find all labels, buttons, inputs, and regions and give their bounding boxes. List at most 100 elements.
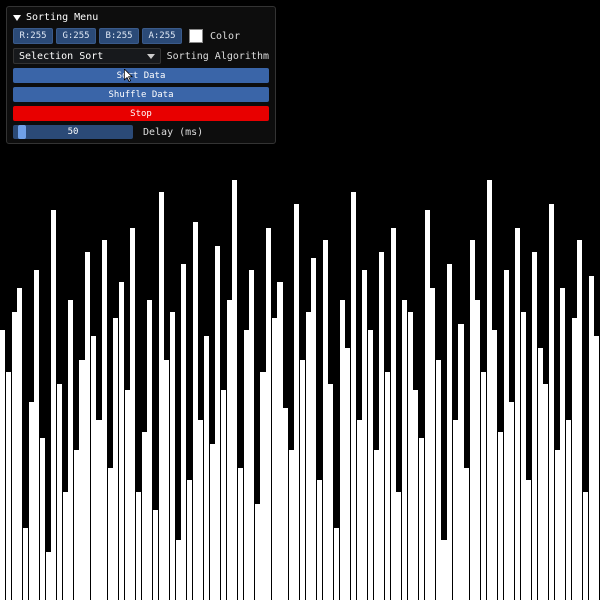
bar <box>453 420 458 600</box>
bar <box>391 228 396 600</box>
bar <box>475 300 480 600</box>
bar <box>40 438 45 600</box>
bar <box>108 468 113 600</box>
bar <box>125 390 130 600</box>
bar <box>12 312 17 600</box>
bar <box>515 228 520 600</box>
bar <box>51 210 56 600</box>
bar <box>328 384 333 600</box>
bar <box>509 402 514 600</box>
bar <box>521 312 526 600</box>
bar <box>23 528 28 600</box>
bar <box>532 252 537 600</box>
bar <box>249 270 254 600</box>
bar <box>136 492 141 600</box>
bar <box>379 252 384 600</box>
bar <box>340 300 345 600</box>
bar <box>436 360 441 600</box>
bar <box>244 330 249 600</box>
bar <box>447 264 452 600</box>
bar <box>549 204 554 600</box>
bar <box>464 468 469 600</box>
bar <box>441 540 446 600</box>
bar <box>487 180 492 600</box>
bar <box>215 246 220 600</box>
bar <box>204 336 209 600</box>
bar <box>351 192 356 600</box>
bar <box>589 276 594 600</box>
bar <box>266 228 271 600</box>
bar <box>74 450 79 600</box>
bar <box>29 402 34 600</box>
bar <box>402 300 407 600</box>
bar <box>57 384 62 600</box>
bar <box>153 510 158 600</box>
bar <box>594 336 599 600</box>
bar <box>425 210 430 600</box>
bar <box>294 204 299 600</box>
bar <box>481 372 486 600</box>
bar <box>368 330 373 600</box>
bar <box>238 468 243 600</box>
bar <box>419 438 424 600</box>
bar <box>560 288 565 600</box>
bar <box>311 258 316 600</box>
bar <box>119 282 124 600</box>
bar <box>96 420 101 600</box>
bar <box>362 270 367 600</box>
bar <box>255 504 260 600</box>
bar <box>566 420 571 600</box>
bar <box>210 444 215 600</box>
bar <box>232 180 237 600</box>
bar <box>492 330 497 600</box>
bar <box>102 240 107 600</box>
bar <box>79 360 84 600</box>
bar <box>159 192 164 600</box>
bar <box>193 222 198 600</box>
bar <box>85 252 90 600</box>
bar <box>176 540 181 600</box>
bar <box>577 240 582 600</box>
bar <box>504 270 509 600</box>
bar <box>181 264 186 600</box>
bar <box>470 240 475 600</box>
bar <box>170 312 175 600</box>
bar <box>345 348 350 600</box>
bar <box>283 408 288 600</box>
bar <box>385 372 390 600</box>
bar <box>260 372 265 600</box>
bar <box>458 324 463 600</box>
bar <box>46 552 51 600</box>
bar <box>543 384 548 600</box>
bar <box>142 432 147 600</box>
bar <box>17 288 22 600</box>
bar <box>323 240 328 600</box>
bar <box>147 300 152 600</box>
bar <box>300 360 305 600</box>
bar <box>334 528 339 600</box>
bar <box>63 492 68 600</box>
bar <box>198 420 203 600</box>
bar <box>277 282 282 600</box>
bar <box>413 390 418 600</box>
bar <box>6 372 11 600</box>
bar <box>526 480 531 600</box>
bar <box>187 480 192 600</box>
bar <box>289 450 294 600</box>
bar <box>357 420 362 600</box>
bar <box>572 318 577 600</box>
bar <box>34 270 39 600</box>
bar <box>498 432 503 600</box>
bar <box>221 390 226 600</box>
bar <box>164 360 169 600</box>
bar <box>538 348 543 600</box>
bar <box>374 450 379 600</box>
bar <box>68 300 73 600</box>
bar <box>583 492 588 600</box>
bar <box>272 318 277 600</box>
bar <box>91 336 96 600</box>
bar <box>130 228 135 600</box>
bar <box>555 450 560 600</box>
bar <box>396 492 401 600</box>
bar <box>408 312 413 600</box>
